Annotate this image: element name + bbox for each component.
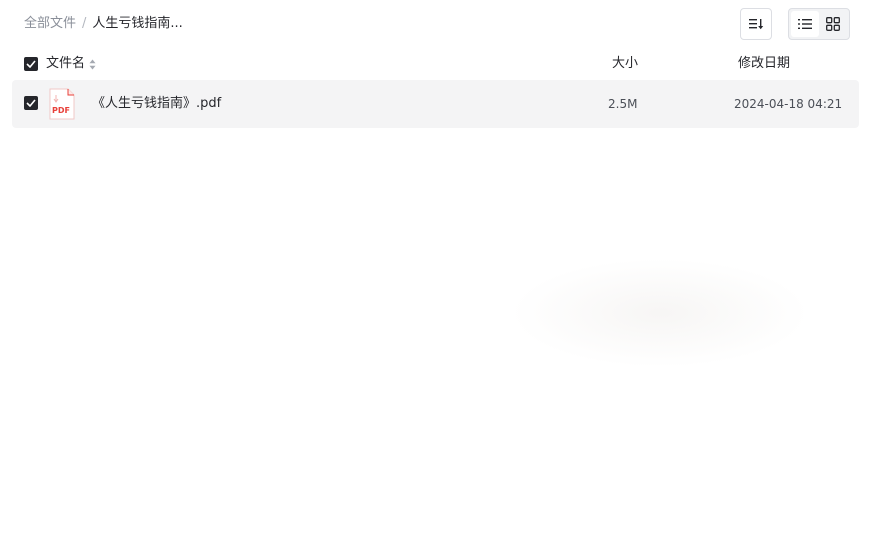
column-header-name[interactable]: 文件名 bbox=[46, 55, 96, 73]
sort-button[interactable] bbox=[740, 8, 772, 40]
column-header-size[interactable]: 大小 bbox=[612, 55, 638, 73]
list-view-icon bbox=[798, 19, 812, 29]
select-all-checkbox[interactable] bbox=[24, 57, 38, 71]
grid-view-icon bbox=[826, 17, 840, 31]
table-row[interactable]: PDF 《人生亏钱指南》.pdf 2.5M 2024-04-18 04:21 bbox=[12, 80, 859, 128]
grid-view-button[interactable] bbox=[819, 11, 847, 37]
file-modified-date: 2024-04-18 04:21 bbox=[734, 97, 843, 111]
table-header: 文件名 大小 修改日期 bbox=[0, 52, 874, 76]
checkmark-icon bbox=[26, 99, 36, 107]
row-checkbox[interactable] bbox=[24, 96, 38, 110]
checkmark-icon bbox=[26, 60, 36, 68]
breadcrumb: 全部文件 / 人生亏钱指南... bbox=[24, 15, 183, 33]
view-mode-toggle bbox=[788, 8, 850, 40]
file-size: 2.5M bbox=[608, 97, 638, 111]
sort-caret-icon bbox=[89, 58, 96, 70]
breadcrumb-separator: / bbox=[82, 16, 87, 31]
background-shadow bbox=[510, 258, 810, 368]
sort-lines-icon bbox=[749, 19, 764, 30]
list-view-button[interactable] bbox=[791, 11, 819, 37]
file-name[interactable]: 《人生亏钱指南》.pdf bbox=[92, 95, 221, 113]
breadcrumb-root-link[interactable]: 全部文件 bbox=[24, 15, 76, 33]
column-header-modified[interactable]: 修改日期 bbox=[738, 55, 790, 73]
pdf-file-icon: PDF bbox=[48, 88, 76, 120]
breadcrumb-current-folder: 人生亏钱指南... bbox=[92, 16, 183, 31]
pdf-icon-label: PDF bbox=[52, 106, 70, 115]
file-browser: 全部文件 / 人生亏钱指南... 文件名 大小 修改日期 PDF 《人生亏钱指南… bbox=[0, 0, 874, 538]
column-header-name-label: 文件名 bbox=[46, 56, 86, 71]
